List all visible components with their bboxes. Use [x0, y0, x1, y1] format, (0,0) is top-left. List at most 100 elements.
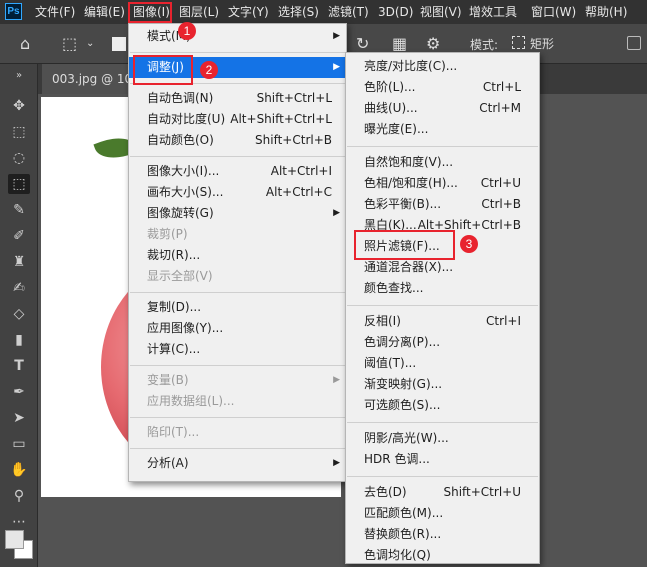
- image-menu-item: 变量(B) ▶: [129, 370, 346, 391]
- adjust-menu-item[interactable]: 色彩平衡(B)... Ctrl+B: [346, 194, 539, 215]
- menu-separator: [130, 292, 345, 293]
- image-menu-item[interactable]: 裁切(R)...: [129, 245, 346, 266]
- adjustments-submenu: 亮度/对比度(C)... 色阶(L)... Ctrl+L 曲线(U)... Ctrl+M…: [345, 52, 540, 564]
- marquee-tool-preset-icon[interactable]: ⬚: [62, 35, 77, 53]
- image-menu-item-label: 图像大小(I)...: [147, 164, 220, 178]
- adjust-menu-item-shortcut: Ctrl+I: [486, 314, 521, 328]
- menu-layer[interactable]: 图层(L): [179, 0, 219, 24]
- image-menu-item: 显示全部(V): [129, 266, 346, 287]
- history-brush-icon[interactable]: ✍: [8, 278, 30, 298]
- adjust-menu-item[interactable]: 反相(I) Ctrl+I: [346, 311, 539, 332]
- adjust-menu-item[interactable]: 曲线(U)... Ctrl+M: [346, 98, 539, 119]
- adjust-menu-item-shortcut: Ctrl+U: [480, 176, 521, 190]
- adjust-menu-item[interactable]: 色相/饱和度(H)... Ctrl+U: [346, 173, 539, 194]
- adjust-menu-item[interactable]: 色调均化(Q): [346, 545, 539, 566]
- image-menu-item: 应用数据组(L)...: [129, 391, 346, 412]
- expand-panel-icon[interactable]: »: [8, 66, 30, 86]
- adjust-menu-item[interactable]: 替换颜色(R)...: [346, 524, 539, 545]
- image-menu-item[interactable]: 复制(D)...: [129, 297, 346, 318]
- menu-help[interactable]: 帮助(H): [585, 0, 627, 24]
- adjust-menu-item[interactable]: HDR 色调...: [346, 449, 539, 470]
- gradient-tool-icon[interactable]: ▮: [8, 330, 30, 350]
- rectangle-tool-icon[interactable]: ▭: [8, 434, 30, 454]
- grid-icon[interactable]: ▦: [392, 35, 407, 53]
- adjust-menu-item-label: 颜色查找...: [364, 281, 424, 295]
- submenu-arrow-icon: ▶: [333, 375, 340, 385]
- move-tool-icon[interactable]: ✥: [8, 96, 30, 116]
- adjust-menu-item[interactable]: 阈值(T)...: [346, 353, 539, 374]
- menu-view[interactable]: 视图(V): [420, 0, 462, 24]
- adjust-menu-item-label: 渐变映射(G)...: [364, 377, 443, 391]
- adjust-menu-item-label: 去色(D): [364, 485, 407, 499]
- lasso-tool-icon[interactable]: ◌: [8, 148, 30, 168]
- photoshop-logo[interactable]: Ps: [5, 3, 22, 20]
- annotation-box-adjust: [133, 55, 193, 85]
- image-menu-item[interactable]: 自动色调(N) Shift+Ctrl+L: [129, 88, 346, 109]
- image-menu-item[interactable]: 模式(M) ▶: [129, 26, 346, 47]
- adjust-menu-item-label: 反相(I): [364, 314, 401, 328]
- foreground-color-swatch[interactable]: [5, 530, 24, 549]
- adjust-menu-item[interactable]: 曝光度(E)...: [346, 119, 539, 140]
- pen-tool-icon[interactable]: ✒: [8, 382, 30, 402]
- menu-filter[interactable]: 滤镜(T): [328, 0, 369, 24]
- gear-icon[interactable]: ⚙: [426, 35, 440, 53]
- image-menu-item[interactable]: 自动对比度(U) Alt+Shift+Ctrl+L: [129, 109, 346, 130]
- menu-3d[interactable]: 3D(D): [378, 0, 413, 24]
- adjust-menu-item[interactable]: 亮度/对比度(C)...: [346, 56, 539, 77]
- menu-separator: [130, 448, 345, 449]
- menu-separator: [130, 52, 345, 53]
- adjust-menu-item-shortcut: Shift+Ctrl+U: [443, 485, 521, 499]
- image-menu-item[interactable]: 图像大小(I)... Alt+Ctrl+I: [129, 161, 346, 182]
- menu-file[interactable]: 文件(F): [35, 0, 75, 24]
- menu-bar: Ps 文件(F) 编辑(E) 图像(I) 图层(L) 文字(Y) 选择(S) 滤…: [0, 0, 647, 24]
- image-menu-item[interactable]: 应用图像(Y)...: [129, 318, 346, 339]
- image-menu-item[interactable]: 画布大小(S)... Alt+Ctrl+C: [129, 182, 346, 203]
- eyedropper-tool-icon[interactable]: ✎: [8, 200, 30, 220]
- zoom-tool-icon[interactable]: ⚲: [8, 486, 30, 506]
- option-checkbox[interactable]: [627, 36, 641, 50]
- type-tool-icon[interactable]: T: [8, 356, 30, 376]
- adjust-menu-item-label: HDR 色调...: [364, 452, 430, 466]
- stamp-tool-icon[interactable]: ♜: [8, 252, 30, 272]
- mode-dropdown[interactable]: 矩形: [530, 35, 554, 52]
- more-tools-icon[interactable]: ⋯: [8, 512, 30, 532]
- menu-type[interactable]: 文字(Y): [228, 0, 269, 24]
- path-selection-icon[interactable]: ➤: [8, 408, 30, 428]
- adjust-menu-item[interactable]: 可选颜色(S)...: [346, 395, 539, 416]
- image-menu-item[interactable]: 计算(C)...: [129, 339, 346, 360]
- object-selection-tool-icon[interactable]: ⬚: [8, 174, 30, 194]
- chevron-down-icon[interactable]: ⌄: [86, 35, 94, 53]
- submenu-arrow-icon: ▶: [333, 31, 340, 41]
- adjust-menu-item[interactable]: 自然饱和度(V)...: [346, 152, 539, 173]
- refresh-icon[interactable]: ↻: [356, 35, 369, 53]
- image-menu-item[interactable]: 图像旋转(G) ▶: [129, 203, 346, 224]
- hand-tool-icon[interactable]: ✋: [8, 460, 30, 480]
- menu-edit[interactable]: 编辑(E): [84, 0, 125, 24]
- menu-window[interactable]: 窗口(W): [531, 0, 576, 24]
- adjust-menu-item-label: 阈值(T)...: [364, 356, 417, 370]
- menu-plugins[interactable]: 增效工具: [469, 0, 517, 24]
- image-menu-item[interactable]: 分析(A) ▶: [129, 453, 346, 474]
- adjust-menu-item-label: 可选颜色(S)...: [364, 398, 441, 412]
- adjust-menu-item[interactable]: 色调分离(P)...: [346, 332, 539, 353]
- adjust-menu-item[interactable]: 阴影/高光(W)...: [346, 428, 539, 449]
- image-menu-item[interactable]: 自动颜色(O) Shift+Ctrl+B: [129, 130, 346, 151]
- menu-separator: [130, 156, 345, 157]
- adjust-menu-item[interactable]: 去色(D) Shift+Ctrl+U: [346, 482, 539, 503]
- menu-select[interactable]: 选择(S): [278, 0, 319, 24]
- brush-tool-icon[interactable]: ✐: [8, 226, 30, 246]
- adjust-menu-item[interactable]: 颜色查找...: [346, 278, 539, 299]
- image-menu: 模式(M) ▶ 调整(J) ▶ 自动色调(N) Shift+Ctrl+L 自动对比度(U) A…: [128, 23, 347, 482]
- new-selection-icon[interactable]: [112, 37, 126, 51]
- eraser-tool-icon[interactable]: ◇: [8, 304, 30, 324]
- image-menu-item-shortcut: Alt+Ctrl+C: [265, 185, 332, 199]
- marquee-tool-icon[interactable]: ⬚: [8, 122, 30, 142]
- annotation-box-image-menu: [128, 2, 172, 23]
- home-icon[interactable]: ⌂: [20, 35, 30, 53]
- adjust-menu-item[interactable]: 色阶(L)... Ctrl+L: [346, 77, 539, 98]
- adjust-menu-item[interactable]: 通道混合器(X)...: [346, 257, 539, 278]
- image-menu-item-label: 应用数据组(L)...: [147, 394, 235, 408]
- adjust-menu-item-label: 色调分离(P)...: [364, 335, 441, 349]
- adjust-menu-item[interactable]: 匹配颜色(M)...: [346, 503, 539, 524]
- adjust-menu-item[interactable]: 渐变映射(G)...: [346, 374, 539, 395]
